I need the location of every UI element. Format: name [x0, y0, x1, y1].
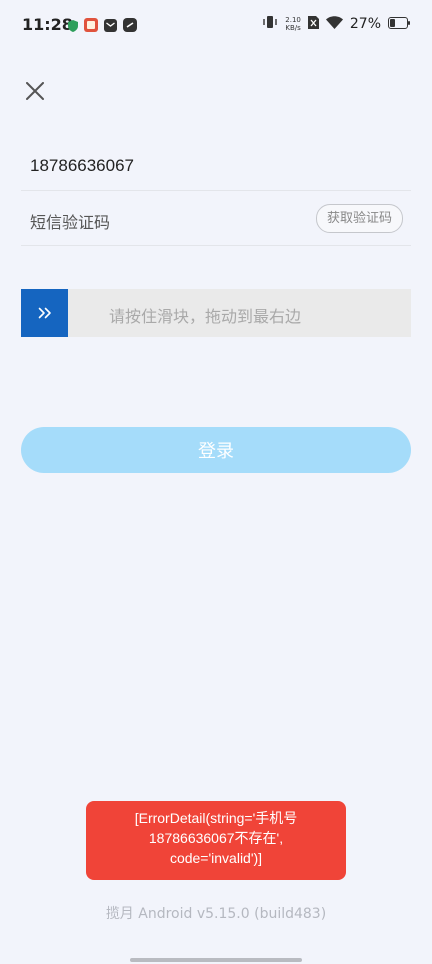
phone-input[interactable]: 18786636067: [21, 142, 411, 191]
toast-line: code='invalid')]: [169, 850, 263, 866]
status-bar: 11:28 2.10 KB/s 27%: [0, 0, 432, 50]
net-speed-value: 2.10: [285, 15, 301, 24]
get-code-button[interactable]: 获取验证码: [315, 204, 403, 233]
toast-line: [ErrorDetail(string='手机号: [134, 810, 298, 826]
vibrate-icon: [262, 14, 278, 33]
link-icon: [123, 17, 137, 36]
slider-handle[interactable]: [21, 289, 68, 337]
error-toast: [ErrorDetail(string='手机号 18786636067不存在'…: [86, 801, 346, 880]
status-notification-icons: [68, 17, 137, 36]
status-time: 11:28: [22, 15, 73, 34]
slider-hint: 请按住滑块，拖动到最右边: [109, 307, 302, 326]
home-indicator[interactable]: [130, 958, 302, 962]
battery-percent: 27%: [349, 15, 381, 32]
wifi-icon: [325, 14, 343, 33]
net-speed-unit: KB/s: [285, 23, 301, 32]
net-speed: 2.10 KB/s: [285, 16, 301, 32]
phone-input-value: 18786636067: [30, 156, 135, 175]
sim-off-icon: [307, 14, 319, 33]
app-notification-icon: [84, 17, 98, 36]
status-system-icons: 2.10 KB/s 27%: [262, 14, 410, 33]
sms-code-input[interactable]: 短信验证码 获取验证码: [21, 191, 411, 246]
toast-line: 18786636067不存在',: [148, 830, 284, 846]
login-button[interactable]: 登录: [21, 427, 411, 473]
shield-icon: [68, 17, 78, 36]
battery-icon: [388, 14, 410, 33]
mail-icon: [104, 17, 117, 36]
sms-code-placeholder: 短信验证码: [30, 213, 111, 232]
slider-captcha[interactable]: 请按住滑块，拖动到最右边: [21, 289, 411, 337]
double-chevron-right-icon: [38, 304, 52, 323]
close-button[interactable]: [22, 80, 48, 106]
close-icon: [26, 82, 44, 104]
version-text: 揽月 Android v5.15.0 (build483): [105, 906, 327, 922]
